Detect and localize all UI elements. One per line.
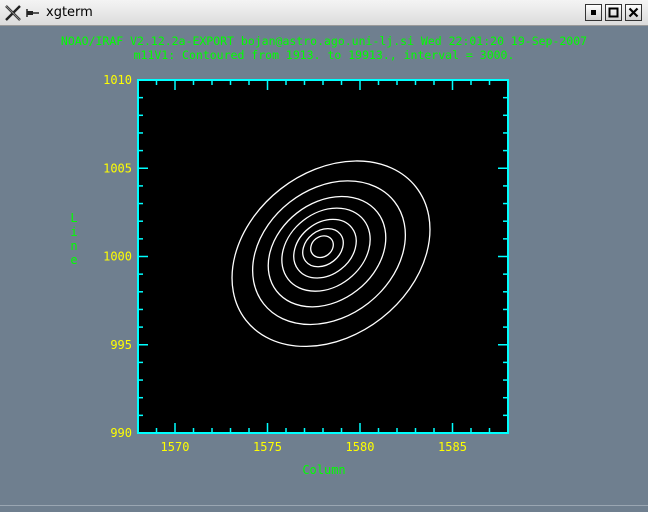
y-axis-label-char: e <box>70 253 77 267</box>
contour-plot: 1570 1575 1580 1585 990 995 1000 1005 1010 Colu… <box>70 73 509 477</box>
x-logo-icon[interactable] <box>4 4 22 22</box>
window-titlebar: xgterm <box>0 0 648 26</box>
y-tick-labels: 990 995 1000 1005 1010 <box>103 73 132 440</box>
x-tick-label: 1580 <box>346 440 375 454</box>
y-axis-label-char: n <box>70 239 77 253</box>
y-axis-label-char: i <box>70 225 77 239</box>
y-tick-label: 1005 <box>103 161 132 175</box>
maximize-button[interactable] <box>605 4 622 21</box>
x-tick-label: 1570 <box>161 440 190 454</box>
x-tick-label: 1585 <box>438 440 467 454</box>
y-tick-label: 1010 <box>103 73 132 87</box>
y-axis-label: Line <box>70 211 77 267</box>
pin-icon[interactable] <box>26 6 40 20</box>
window-title: xgterm <box>46 5 93 20</box>
x-axis-label: Column <box>302 463 345 477</box>
y-tick-label: 1000 <box>103 250 132 264</box>
minimize-icon <box>591 10 596 15</box>
terminal-area[interactable]: NOAO/IRAF V2.12.2a-EXPORT bojan@astro.ag… <box>4 27 644 508</box>
close-icon <box>628 7 639 18</box>
close-button[interactable] <box>625 4 642 21</box>
window-bottom-border <box>0 505 648 506</box>
x-tick-labels: 1570 1575 1580 1585 <box>161 440 467 454</box>
maximize-icon <box>608 7 619 18</box>
x-tick-label: 1575 <box>253 440 282 454</box>
y-tick-label: 995 <box>110 338 132 352</box>
y-tick-label: 990 <box>110 426 132 440</box>
header-line-1: NOAO/IRAF V2.12.2a-EXPORT bojan@astro.ag… <box>60 34 588 48</box>
y-axis-label-char: L <box>70 211 77 225</box>
minimize-button[interactable] <box>585 4 602 21</box>
